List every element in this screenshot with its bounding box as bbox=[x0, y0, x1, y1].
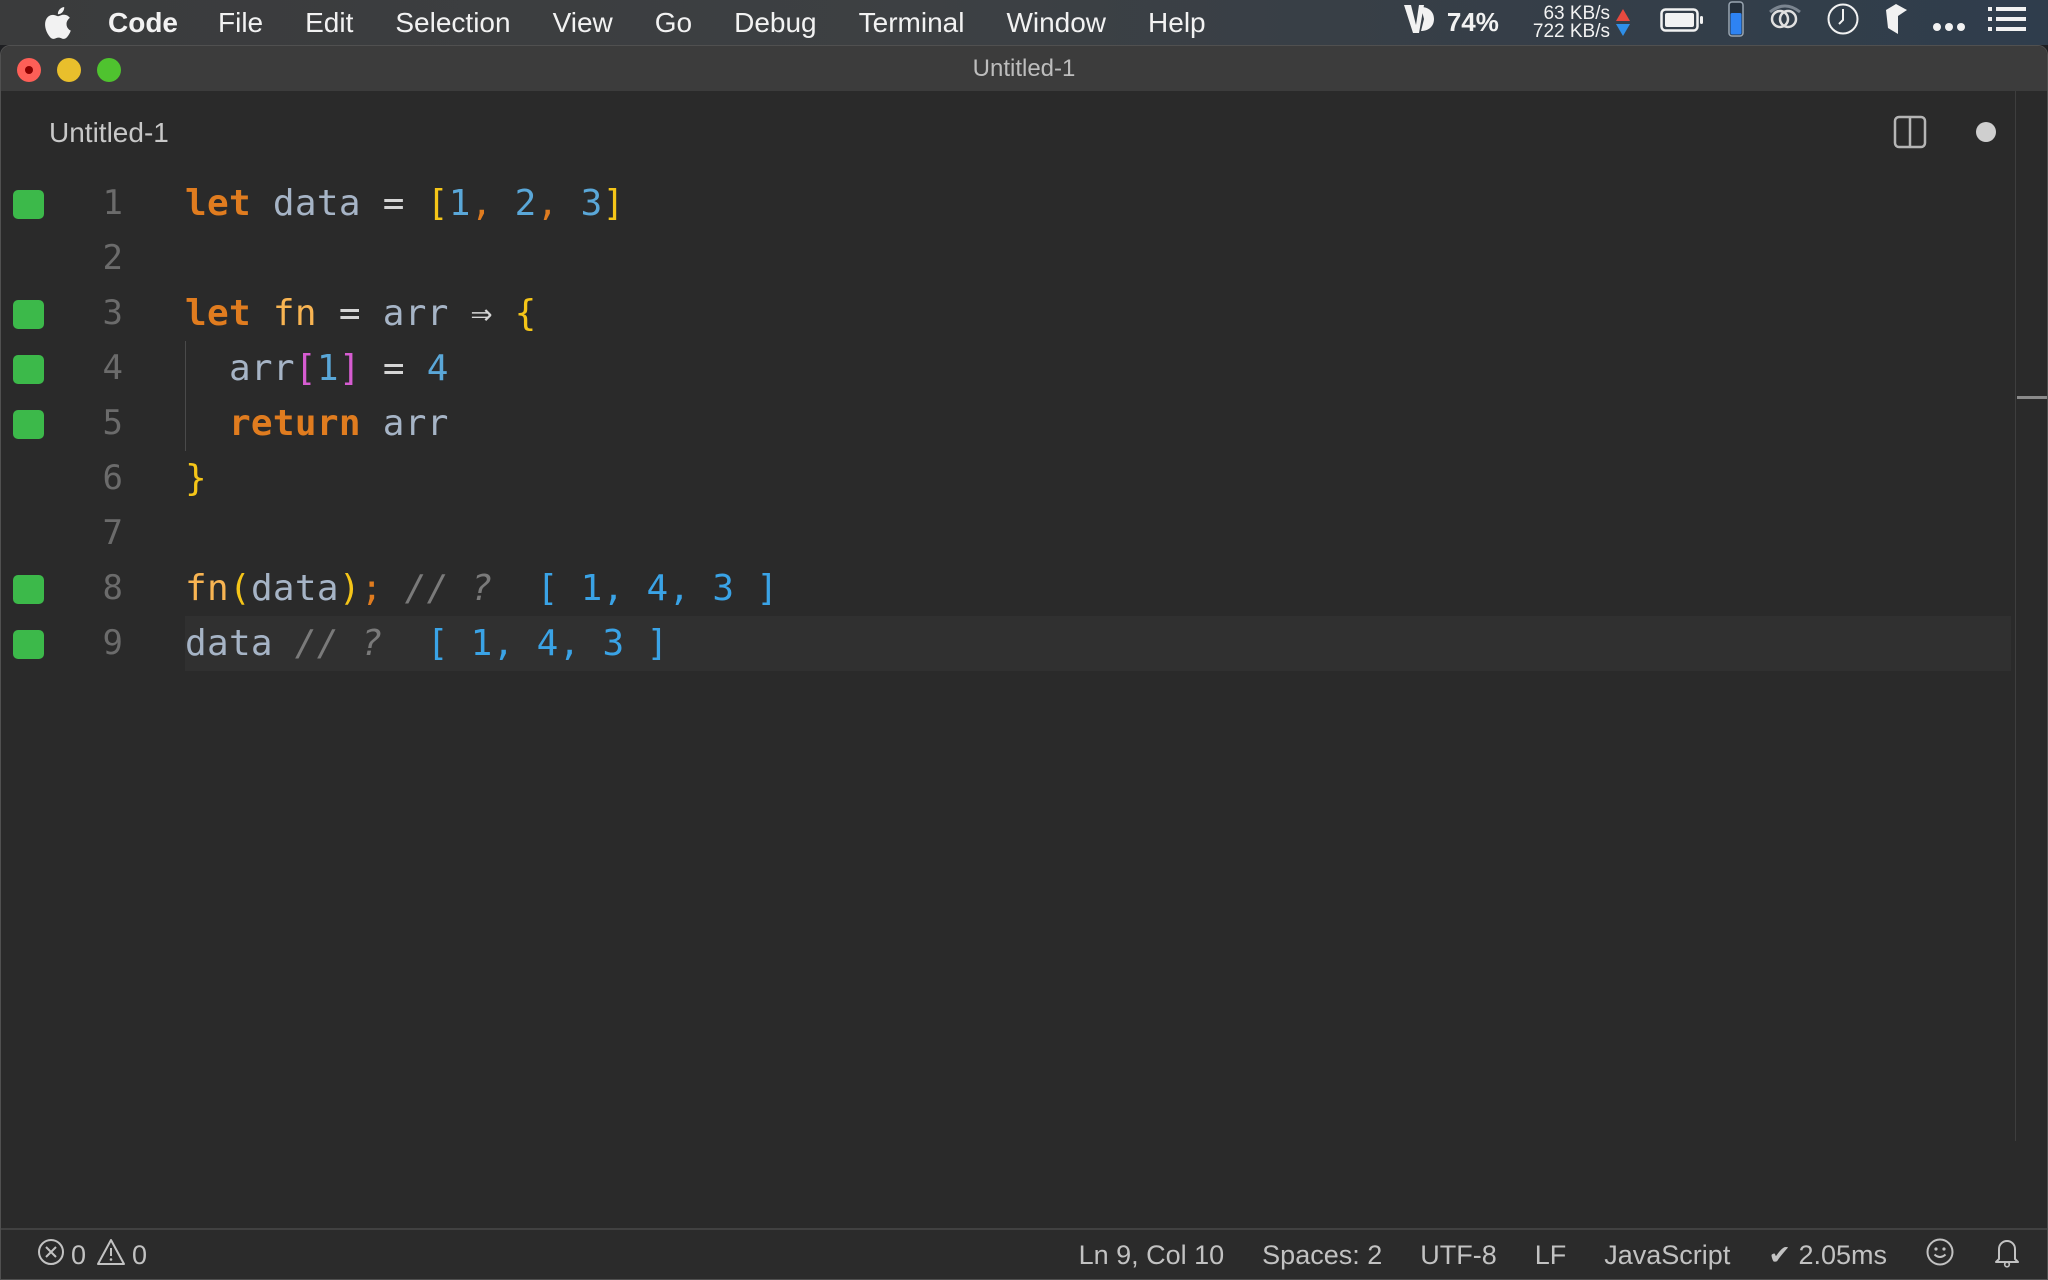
error-icon bbox=[37, 1238, 65, 1273]
code-text: arr[1] = 4 bbox=[185, 348, 449, 389]
app-icon[interactable] bbox=[1882, 2, 1910, 43]
menu-help[interactable]: Help bbox=[1148, 7, 1206, 39]
quokka-timing[interactable]: ✔ 2.05ms bbox=[1768, 1240, 1887, 1271]
memory-gauge-icon[interactable] bbox=[1728, 1, 1744, 44]
end-of-line[interactable]: LF bbox=[1535, 1240, 1567, 1271]
line-number: 5 bbox=[102, 403, 123, 443]
menu-file[interactable]: File bbox=[218, 7, 263, 39]
language-mode[interactable]: JavaScript bbox=[1604, 1240, 1730, 1271]
unsaved-changes-dot-icon[interactable] bbox=[1976, 122, 1996, 142]
download-speed: 722 KB/s bbox=[1532, 20, 1610, 42]
line-number: 8 bbox=[102, 568, 123, 608]
editor-line-2[interactable]: 2 bbox=[1, 231, 2011, 286]
editor-line-6[interactable]: 6 } bbox=[1, 451, 2011, 506]
line-number: 9 bbox=[102, 623, 123, 663]
notifications-bell-icon[interactable] bbox=[1993, 1236, 2021, 1275]
code-text: } bbox=[185, 458, 207, 499]
code-text: let data = [1, 2, 3] bbox=[185, 183, 625, 224]
menu-app-code[interactable]: Code bbox=[108, 7, 178, 39]
battery-icon[interactable] bbox=[1660, 7, 1706, 39]
menu-edit[interactable]: Edit bbox=[305, 7, 353, 39]
coverage-indicator-icon bbox=[13, 575, 44, 604]
scrollbar-cursor-marker bbox=[2017, 396, 2047, 399]
editor-line-5[interactable]: 5 return arr bbox=[1, 396, 2011, 451]
editor-line-1[interactable]: 1 let data = [1, 2, 3] bbox=[1, 176, 2011, 231]
indent-guide bbox=[185, 341, 186, 451]
warning-icon bbox=[96, 1238, 126, 1273]
editor-line-3[interactable]: 3 let fn = arr ⇒ { bbox=[1, 286, 2011, 341]
indentation[interactable]: Spaces: 2 bbox=[1262, 1240, 1382, 1271]
more-icon[interactable] bbox=[1932, 7, 1966, 39]
code-text: fn(data); // ? [ 1, 4, 3 ] bbox=[185, 568, 779, 609]
download-arrow-icon bbox=[1616, 24, 1630, 36]
menu-terminal[interactable]: Terminal bbox=[859, 7, 965, 39]
code-text: data // ? [ 1, 4, 3 ] bbox=[185, 623, 669, 664]
editor-line-8[interactable]: 8 fn(data); // ? [ 1, 4, 3 ] bbox=[1, 561, 2011, 616]
editor-line-9[interactable]: 9 data // ? [ 1, 4, 3 ] bbox=[1, 616, 2011, 671]
vd-icon[interactable] bbox=[1403, 4, 1437, 41]
network-arrows bbox=[1616, 9, 1630, 36]
menu-debug[interactable]: Debug bbox=[734, 7, 817, 39]
split-editor-icon[interactable] bbox=[1893, 115, 1927, 149]
network-speed[interactable]: 63 KB/s 722 KB/s bbox=[1532, 2, 1610, 42]
code-editor[interactable]: 1 let data = [1, 2, 3] 2 3 let fn = arr … bbox=[1, 176, 2047, 1226]
vscode-window: Untitled-1 Untitled-1 1 let data = [1, 2… bbox=[0, 45, 2048, 1280]
coverage-indicator-icon bbox=[13, 190, 44, 219]
line-number: 6 bbox=[102, 458, 123, 498]
menu-window[interactable]: Window bbox=[1006, 7, 1106, 39]
menu-bar: Code File Edit Selection View Go Debug T… bbox=[0, 0, 2048, 45]
clock-icon[interactable] bbox=[1826, 2, 1860, 43]
creative-cloud-icon[interactable] bbox=[1766, 4, 1804, 41]
coverage-indicator-icon bbox=[13, 300, 44, 329]
coverage-indicator-icon bbox=[13, 355, 44, 384]
code-text: let fn = arr ⇒ { bbox=[185, 293, 537, 334]
inline-result: [ 1, 4, 3 ] bbox=[404, 623, 669, 664]
code-text: return arr bbox=[228, 403, 449, 444]
list-icon[interactable] bbox=[1988, 6, 2026, 39]
coverage-indicator-icon bbox=[13, 410, 44, 439]
coverage-indicator-icon bbox=[13, 630, 44, 659]
status-bar: 0 0 Ln 9, Col 10 Spaces: 2 UTF-8 LF Java… bbox=[1, 1228, 2047, 1279]
line-number: 4 bbox=[102, 348, 123, 388]
tab-bar: Untitled-1 bbox=[1, 91, 2047, 177]
feedback-smiley-icon[interactable] bbox=[1925, 1237, 1955, 1274]
menu-selection[interactable]: Selection bbox=[395, 7, 510, 39]
problems-indicator[interactable]: 0 0 bbox=[37, 1230, 157, 1279]
status-tray: 74% 63 KB/s 722 KB/s bbox=[1403, 0, 2048, 45]
warning-count: 0 bbox=[132, 1240, 148, 1270]
upload-arrow-icon bbox=[1616, 9, 1630, 21]
title-bar[interactable]: Untitled-1 bbox=[1, 46, 2047, 92]
line-number: 1 bbox=[102, 183, 123, 223]
upload-speed: 63 KB/s bbox=[1543, 2, 1610, 24]
vd-percent: 74% bbox=[1446, 7, 1499, 37]
editor-line-4[interactable]: 4 arr[1] = 4 bbox=[1, 341, 2011, 396]
tab-untitled-1[interactable]: Untitled-1 bbox=[49, 117, 169, 149]
line-number: 3 bbox=[102, 293, 123, 333]
window-title: Untitled-1 bbox=[972, 55, 1076, 82]
vertical-scrollbar[interactable] bbox=[2015, 91, 2016, 1141]
apple-icon[interactable] bbox=[40, 6, 74, 40]
cursor-position[interactable]: Ln 9, Col 10 bbox=[1079, 1240, 1225, 1271]
line-number: 2 bbox=[102, 238, 123, 278]
menu-view[interactable]: View bbox=[553, 7, 613, 39]
error-count: 0 bbox=[71, 1240, 87, 1270]
editor-line-7[interactable]: 7 bbox=[1, 506, 2011, 561]
line-number: 7 bbox=[102, 513, 123, 553]
inline-result: [ 1, 4, 3 ] bbox=[514, 568, 779, 609]
menu-go[interactable]: Go bbox=[655, 7, 692, 39]
encoding[interactable]: UTF-8 bbox=[1420, 1240, 1497, 1271]
